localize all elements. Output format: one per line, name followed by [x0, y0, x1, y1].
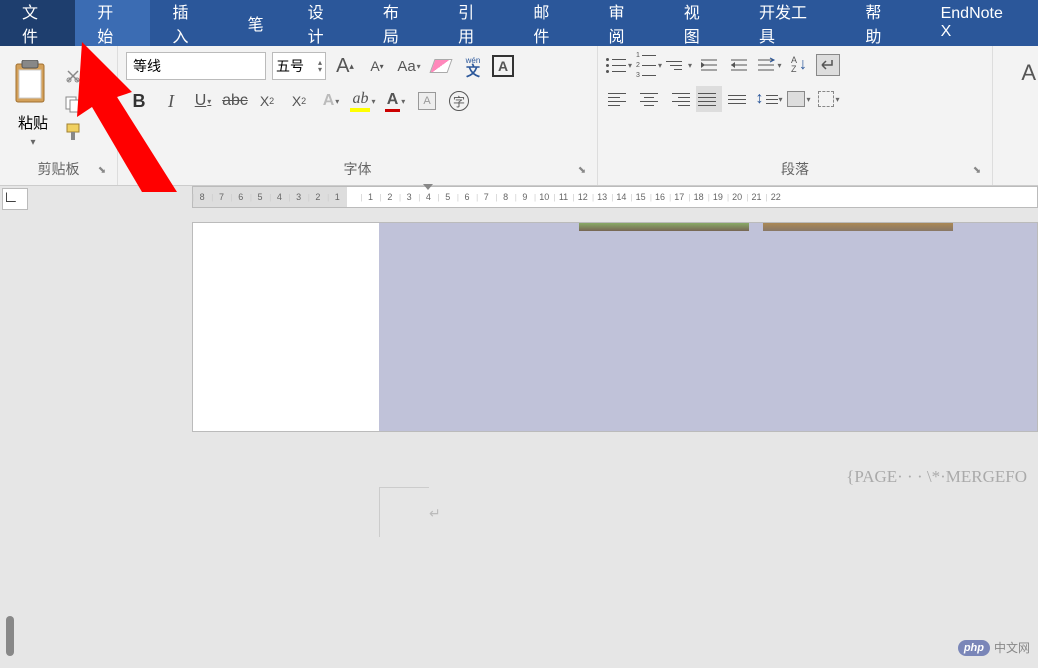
image-strip-2	[763, 223, 953, 231]
menu-review[interactable]: 审阅	[587, 0, 662, 46]
ribbon-group-font: 五号 ▴▾ A▴ A▾ Aa▾ wén文 A B I U▾ abc X2 X2 …	[118, 46, 598, 185]
font-group-label: 字体 ⬊	[126, 155, 589, 183]
shading-button[interactable]: ▾	[786, 86, 812, 112]
shrink-font-button[interactable]: A▾	[364, 53, 390, 79]
align-right-button[interactable]	[666, 86, 692, 112]
clear-formatting-button[interactable]	[428, 53, 454, 79]
show-hide-button[interactable]	[816, 54, 840, 76]
strikethrough-button[interactable]: abc	[222, 88, 248, 114]
char-shading-button[interactable]: A	[414, 88, 440, 114]
paste-dropdown-arrow[interactable]: ▾	[30, 137, 35, 148]
menu-view[interactable]: 视图	[662, 0, 737, 46]
text-effects-button[interactable]: A▾	[318, 88, 344, 114]
font-color-button[interactable]: A▾	[382, 88, 408, 114]
phonetic-guide-button[interactable]: wén文	[460, 53, 486, 79]
copy-button[interactable]	[62, 93, 84, 115]
menu-endnote[interactable]: EndNote X	[919, 0, 1038, 46]
menu-file[interactable]: 文件	[0, 0, 75, 46]
menu-bar: 文件 开始 插入 笔 设计 布局 引用 邮件 审阅 视图 开发工具 帮助 End…	[0, 0, 1038, 46]
paragraph-dialog-launcher[interactable]: ⬊	[970, 165, 984, 179]
eraser-icon	[429, 59, 452, 73]
menu-design[interactable]: 设计	[286, 0, 361, 46]
format-painter-button[interactable]	[62, 121, 84, 143]
document-area: {PAGE· · · \*·MERGEFO ↵ php 中文网	[0, 214, 1038, 668]
ribbon-group-paragraph: ▾ 123▾ ▾ ▾ AZ↓ ↕▾ ▾ ▾ 段落 ⬊	[598, 46, 993, 185]
watermark-text: 中文网	[994, 639, 1030, 656]
menu-mail[interactable]: 邮件	[511, 0, 586, 46]
paragraph-mark: ↵	[429, 505, 441, 522]
ruler-area: ∟ 87654321 12345678910111213141516171819…	[0, 186, 1038, 214]
italic-button[interactable]: I	[158, 88, 184, 114]
menu-home[interactable]: 开始	[75, 0, 150, 46]
borders-icon	[818, 91, 834, 107]
watermark: php 中文网	[958, 639, 1030, 656]
align-center-button[interactable]	[636, 86, 662, 112]
next-page-corner	[379, 487, 429, 537]
paragraph-group-label: 段落 ⬊	[606, 155, 984, 183]
bullets-button[interactable]: ▾	[606, 52, 632, 78]
bold-button[interactable]: B	[126, 88, 152, 114]
align-justify-button[interactable]	[696, 86, 722, 112]
menu-insert[interactable]: 插入	[150, 0, 225, 46]
ribbon-group-clipboard: 粘贴 ▾ 剪贴板 ⬊	[0, 46, 118, 185]
multilevel-icon	[666, 55, 687, 75]
change-case-button[interactable]: Aa▾	[396, 53, 422, 79]
numbering-icon: 123	[636, 55, 657, 75]
content-block	[379, 223, 1037, 431]
sort-icon: AZ↓	[791, 56, 807, 74]
distributed-button[interactable]	[726, 86, 752, 112]
tab-selector[interactable]: ∟	[2, 188, 28, 210]
multilevel-button[interactable]: ▾	[666, 52, 692, 78]
font-name-select[interactable]	[126, 52, 266, 80]
ribbon: 粘贴 ▾ 剪贴板 ⬊	[0, 46, 1038, 186]
page-field-code[interactable]: {PAGE· · · \*·MERGEFO	[846, 467, 1027, 487]
subscript-button[interactable]: X2	[254, 88, 280, 114]
align-left-button[interactable]	[606, 86, 632, 112]
text-direction-button[interactable]: ▾	[756, 52, 782, 78]
clipboard-dialog-launcher[interactable]: ⬊	[95, 165, 109, 179]
line-spacing-button[interactable]: ↕▾	[756, 86, 782, 112]
underline-button[interactable]: U▾	[190, 88, 216, 114]
font-dialog-launcher[interactable]: ⬊	[575, 165, 589, 179]
cut-button[interactable]	[62, 65, 84, 87]
increase-indent-button[interactable]	[726, 52, 752, 78]
vertical-scrollbar-thumb[interactable]	[6, 616, 14, 656]
clipboard-icon	[12, 60, 54, 108]
indent-marker[interactable]	[423, 184, 433, 190]
horizontal-ruler[interactable]: 87654321 1234567891011121314151617181920…	[192, 186, 1038, 208]
image-strip-1	[579, 223, 749, 231]
character-border-button[interactable]: A	[492, 55, 514, 77]
paste-button[interactable]: 粘贴 ▾	[8, 56, 58, 152]
borders-button[interactable]: ▾	[816, 86, 842, 112]
bullets-icon	[606, 55, 627, 75]
menu-help[interactable]: 帮助	[843, 0, 918, 46]
grow-font-button[interactable]: A▴	[332, 53, 358, 79]
document-page[interactable]: {PAGE· · · \*·MERGEFO ↵	[192, 222, 1038, 432]
numbering-button[interactable]: 123▾	[636, 52, 662, 78]
paste-label: 粘贴	[18, 112, 48, 133]
highlight-button[interactable]: ab▾	[350, 88, 376, 114]
styles-button[interactable]: A	[1021, 60, 1036, 86]
clipboard-group-label: 剪贴板 ⬊	[8, 155, 109, 183]
menu-layout[interactable]: 布局	[361, 0, 436, 46]
menu-pen[interactable]: 笔	[226, 0, 286, 46]
enclose-char-button[interactable]: 字	[446, 88, 472, 114]
decrease-indent-button[interactable]	[696, 52, 722, 78]
shading-icon	[787, 91, 805, 107]
font-size-select[interactable]: 五号 ▴▾	[272, 52, 326, 80]
superscript-button[interactable]: X2	[286, 88, 312, 114]
menu-developer[interactable]: 开发工具	[737, 0, 843, 46]
php-badge: php	[958, 640, 990, 656]
phonetic-icon: wén文	[466, 56, 481, 76]
menu-references[interactable]: 引用	[436, 0, 511, 46]
sort-button[interactable]: AZ↓	[786, 52, 812, 78]
